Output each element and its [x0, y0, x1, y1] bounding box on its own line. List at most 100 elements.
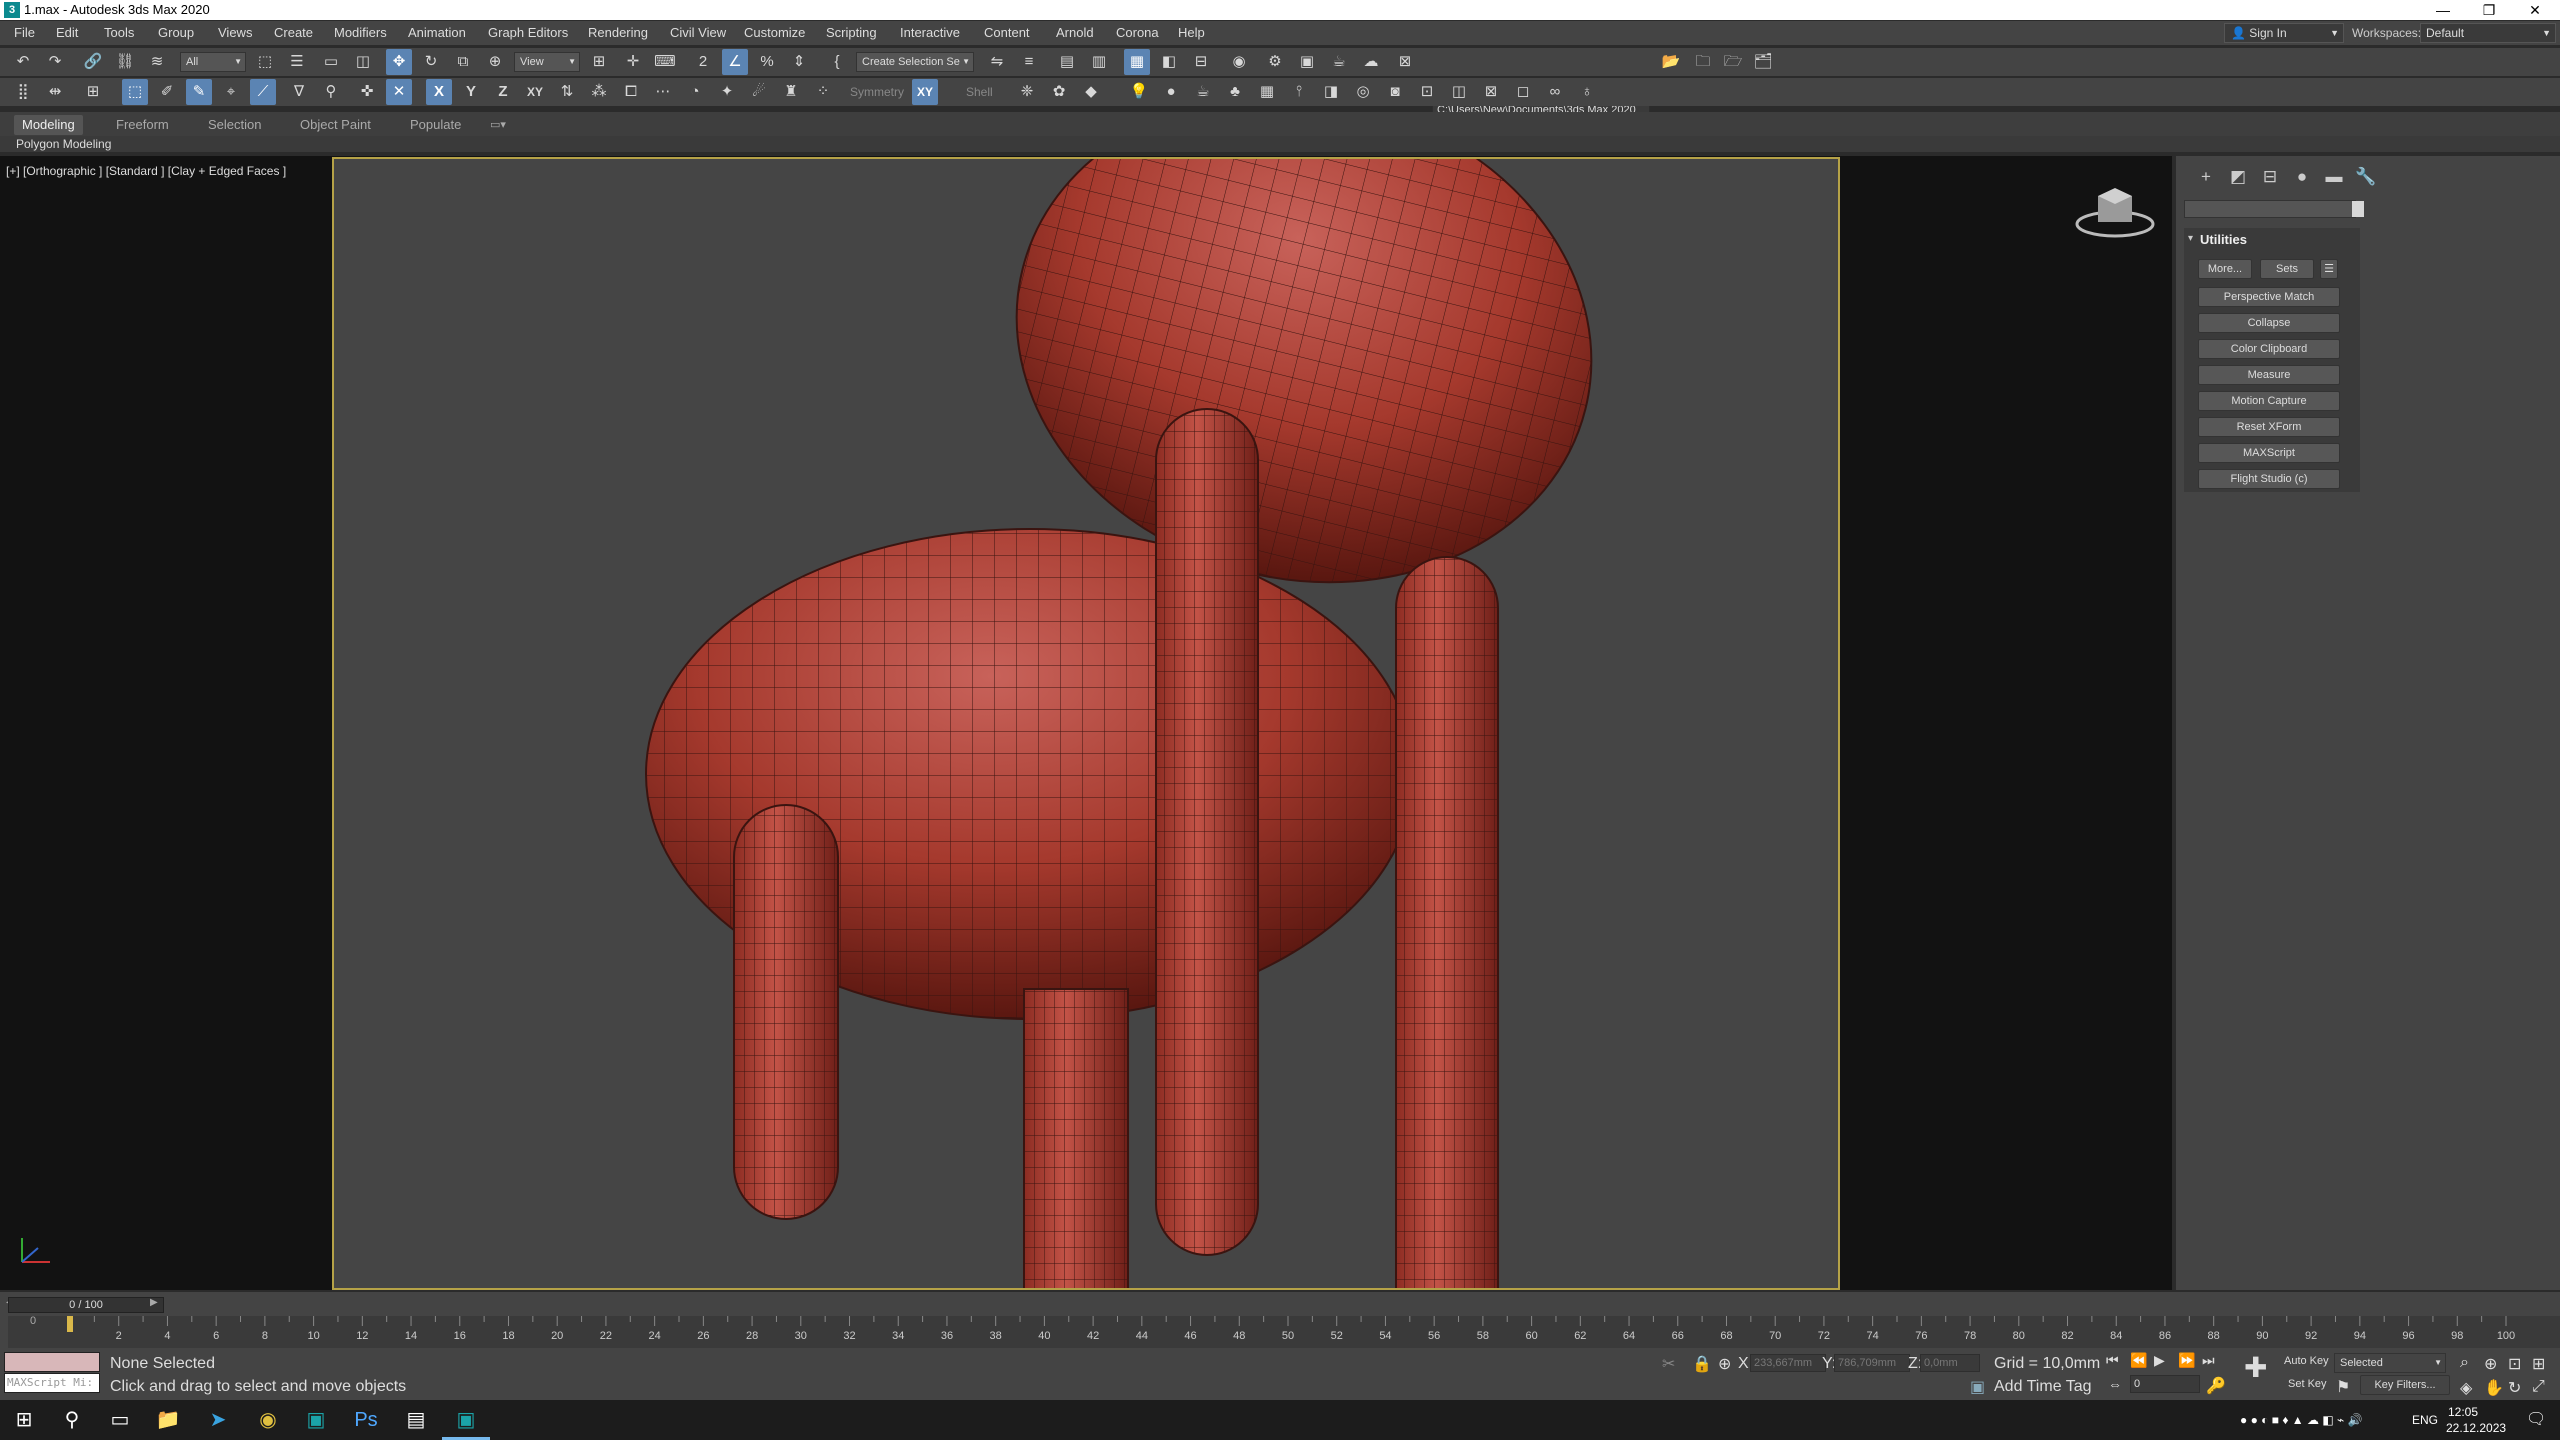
- lathe-icon[interactable]: ♜: [778, 79, 804, 105]
- y-coordinate-field[interactable]: 786,709mm: [1834, 1354, 1910, 1372]
- key-set-dropdown[interactable]: Selected ▼: [2334, 1353, 2446, 1373]
- new-project-icon[interactable]: 🗁: [1720, 49, 1746, 75]
- notifications-icon[interactable]: 🗨: [2526, 1400, 2546, 1440]
- isolate-icon[interactable]: ✂: [1662, 1354, 1675, 1374]
- edit-named-selection-icon[interactable]: {: [824, 49, 850, 75]
- windows-start-icon[interactable]: ⊞: [0, 1400, 48, 1440]
- ribbon-options-icon[interactable]: ▭▾: [482, 115, 514, 135]
- local-axis-icon[interactable]: ✕: [386, 79, 412, 105]
- menu-customize[interactable]: Customize: [738, 21, 811, 45]
- maxscript-mini-listener[interactable]: MAXScript Mi:: [4, 1373, 100, 1393]
- reset-xform-button[interactable]: Reset XForm: [2198, 417, 2340, 437]
- select-and-place-icon[interactable]: ⊕: [482, 49, 508, 75]
- photoshop-icon[interactable]: Ps: [342, 1400, 390, 1440]
- workspaces-dropdown[interactable]: Default ▼: [2420, 23, 2556, 43]
- viewport-canvas[interactable]: [334, 159, 1838, 1288]
- maximize-viewport-icon[interactable]: ⤢: [2532, 1378, 2545, 1396]
- scatter-icon[interactable]: ⁘: [810, 79, 836, 105]
- restore-button[interactable]: ❐: [2466, 0, 2512, 20]
- select-and-move-icon[interactable]: ✥: [386, 49, 412, 75]
- utilities-tab-icon[interactable]: 🔧: [2352, 164, 2380, 190]
- select-mode-icon[interactable]: ⬚: [122, 79, 148, 105]
- align-icon[interactable]: ≡: [1016, 49, 1042, 75]
- maxscript-listener-output[interactable]: [4, 1352, 100, 1372]
- rollout-collapse-icon[interactable]: ▾: [2188, 233, 2193, 244]
- pan-icon[interactable]: ✋: [2484, 1378, 2504, 1398]
- paint-select-icon[interactable]: ✎: [186, 79, 212, 105]
- maxscript-button[interactable]: MAXScript: [2198, 443, 2340, 463]
- more-button[interactable]: More...: [2198, 259, 2252, 279]
- zoom-icon[interactable]: ⌕: [2460, 1354, 2469, 1372]
- pin-icon[interactable]: ⫯: [1286, 79, 1312, 105]
- ring-icon[interactable]: ◎: [1350, 79, 1376, 105]
- named-selection-sets-dropdown[interactable]: Create Selection Se ▼: [856, 52, 974, 72]
- key-mode-icon[interactable]: 🔑: [2206, 1376, 2226, 1396]
- menu-file[interactable]: File: [8, 21, 41, 45]
- tab-modeling[interactable]: Modeling: [14, 115, 83, 135]
- align-to-grid-icon[interactable]: ⇹: [42, 79, 68, 105]
- timeline-track[interactable]: 2 4 6 8 10 12 14 16 18 20 22 24 26 28 30 32 34 36 38 40 42 44…: [8, 1316, 2560, 1348]
- hair-icon[interactable]: ☄: [746, 79, 772, 105]
- axis-xy-active-button[interactable]: XY: [912, 79, 938, 105]
- motion-capture-button[interactable]: Motion Capture: [2198, 391, 2340, 411]
- menu-tools[interactable]: Tools: [98, 21, 140, 45]
- angle-snap-icon[interactable]: ∠: [722, 49, 748, 75]
- tab-freeform[interactable]: Freeform: [108, 115, 177, 135]
- empty-project-icon[interactable]: 🗂: [1750, 49, 1776, 75]
- glasses-icon[interactable]: ∞: [1542, 79, 1568, 105]
- set-key-icon[interactable]: ✚: [2244, 1350, 2267, 1386]
- percent-snap-icon[interactable]: %: [754, 49, 780, 75]
- camera-icon[interactable]: ◙: [1382, 79, 1408, 105]
- lock-selection-icon[interactable]: 🔒: [1692, 1354, 1712, 1374]
- clock-date[interactable]: 22.12.2023: [2446, 1408, 2506, 1440]
- select-object-icon[interactable]: ⬚: [252, 49, 278, 75]
- bind-space-warp-icon[interactable]: ≋: [144, 49, 170, 75]
- task-view-icon[interactable]: ▭: [96, 1400, 144, 1440]
- open-project-icon[interactable]: 📂: [1658, 49, 1684, 75]
- sphere-icon[interactable]: ●: [1158, 79, 1184, 105]
- tab-selection[interactable]: Selection: [200, 115, 269, 135]
- book-icon[interactable]: ◨: [1318, 79, 1344, 105]
- leg-right-mesh[interactable]: [1395, 556, 1499, 1288]
- curve-editor-icon[interactable]: ◧: [1156, 49, 1182, 75]
- modify-tab-icon[interactable]: ◩: [2224, 164, 2252, 190]
- tray-icons[interactable]: ● ● ◐ ■ ♦ ▲ ☁ ◧ ⌁ 🔊: [2240, 1400, 2363, 1440]
- clone-icon[interactable]: ⧠: [618, 79, 644, 105]
- search-icon[interactable]: ⚲: [48, 1400, 96, 1440]
- grid-icon[interactable]: ⊞: [80, 79, 106, 105]
- sets-button[interactable]: Sets: [2260, 259, 2314, 279]
- time-config-icon[interactable]: ⇔: [2108, 1376, 2122, 1392]
- go-to-start-icon[interactable]: ⏮: [2106, 1352, 2119, 1369]
- bulb-icon[interactable]: ♁: [1574, 79, 1600, 105]
- select-and-scale-icon[interactable]: ⧉: [450, 49, 476, 75]
- viewport-label[interactable]: [+] [Orthographic ] [Standard ] [Clay + …: [6, 164, 286, 178]
- input-language[interactable]: ENG: [2412, 1400, 2438, 1440]
- polygon-modeling-panel[interactable]: Polygon Modeling: [16, 136, 111, 152]
- menu-views[interactable]: Views: [212, 21, 258, 45]
- perspective-match-button[interactable]: Perspective Match: [2198, 287, 2340, 307]
- toggle-ribbon-icon[interactable]: ▦: [1124, 49, 1150, 75]
- select-by-name-icon[interactable]: ☰: [284, 49, 310, 75]
- pivot-center-icon[interactable]: ⊞: [586, 49, 612, 75]
- 3ds-max-icon[interactable]: ▣: [292, 1400, 340, 1440]
- cycle-axis-icon[interactable]: ⇅: [554, 79, 580, 105]
- time-tag-icon[interactable]: ▣: [1970, 1377, 1985, 1397]
- close-button[interactable]: ✕: [2512, 0, 2558, 20]
- axis-y-button[interactable]: Y: [458, 79, 484, 105]
- minimize-button[interactable]: —: [2420, 0, 2466, 20]
- axis-xy-button[interactable]: XY: [522, 79, 548, 105]
- fluid-icon[interactable]: ✿: [1046, 79, 1072, 105]
- flight-studio-button[interactable]: Flight Studio (c): [2198, 469, 2340, 489]
- motion-tab-icon[interactable]: ●: [2288, 164, 2316, 190]
- rendered-frame-window-icon[interactable]: ▣: [1294, 49, 1320, 75]
- go-to-end-icon[interactable]: ⏭: [2202, 1352, 2215, 1369]
- menu-group[interactable]: Group: [152, 21, 200, 45]
- zoom-extents-icon[interactable]: ⊡: [2508, 1354, 2521, 1374]
- key-filter-icon[interactable]: ⚑: [2336, 1377, 2350, 1397]
- teapot-icon[interactable]: ☕: [1190, 79, 1216, 105]
- filter-icon[interactable]: ⚲: [318, 79, 344, 105]
- telegram-icon[interactable]: ➤: [194, 1400, 242, 1440]
- collapse-button[interactable]: Collapse: [2198, 313, 2340, 333]
- spinner-snap-icon[interactable]: ⇕: [786, 49, 812, 75]
- a360-gallery-icon[interactable]: ⊠: [1392, 49, 1418, 75]
